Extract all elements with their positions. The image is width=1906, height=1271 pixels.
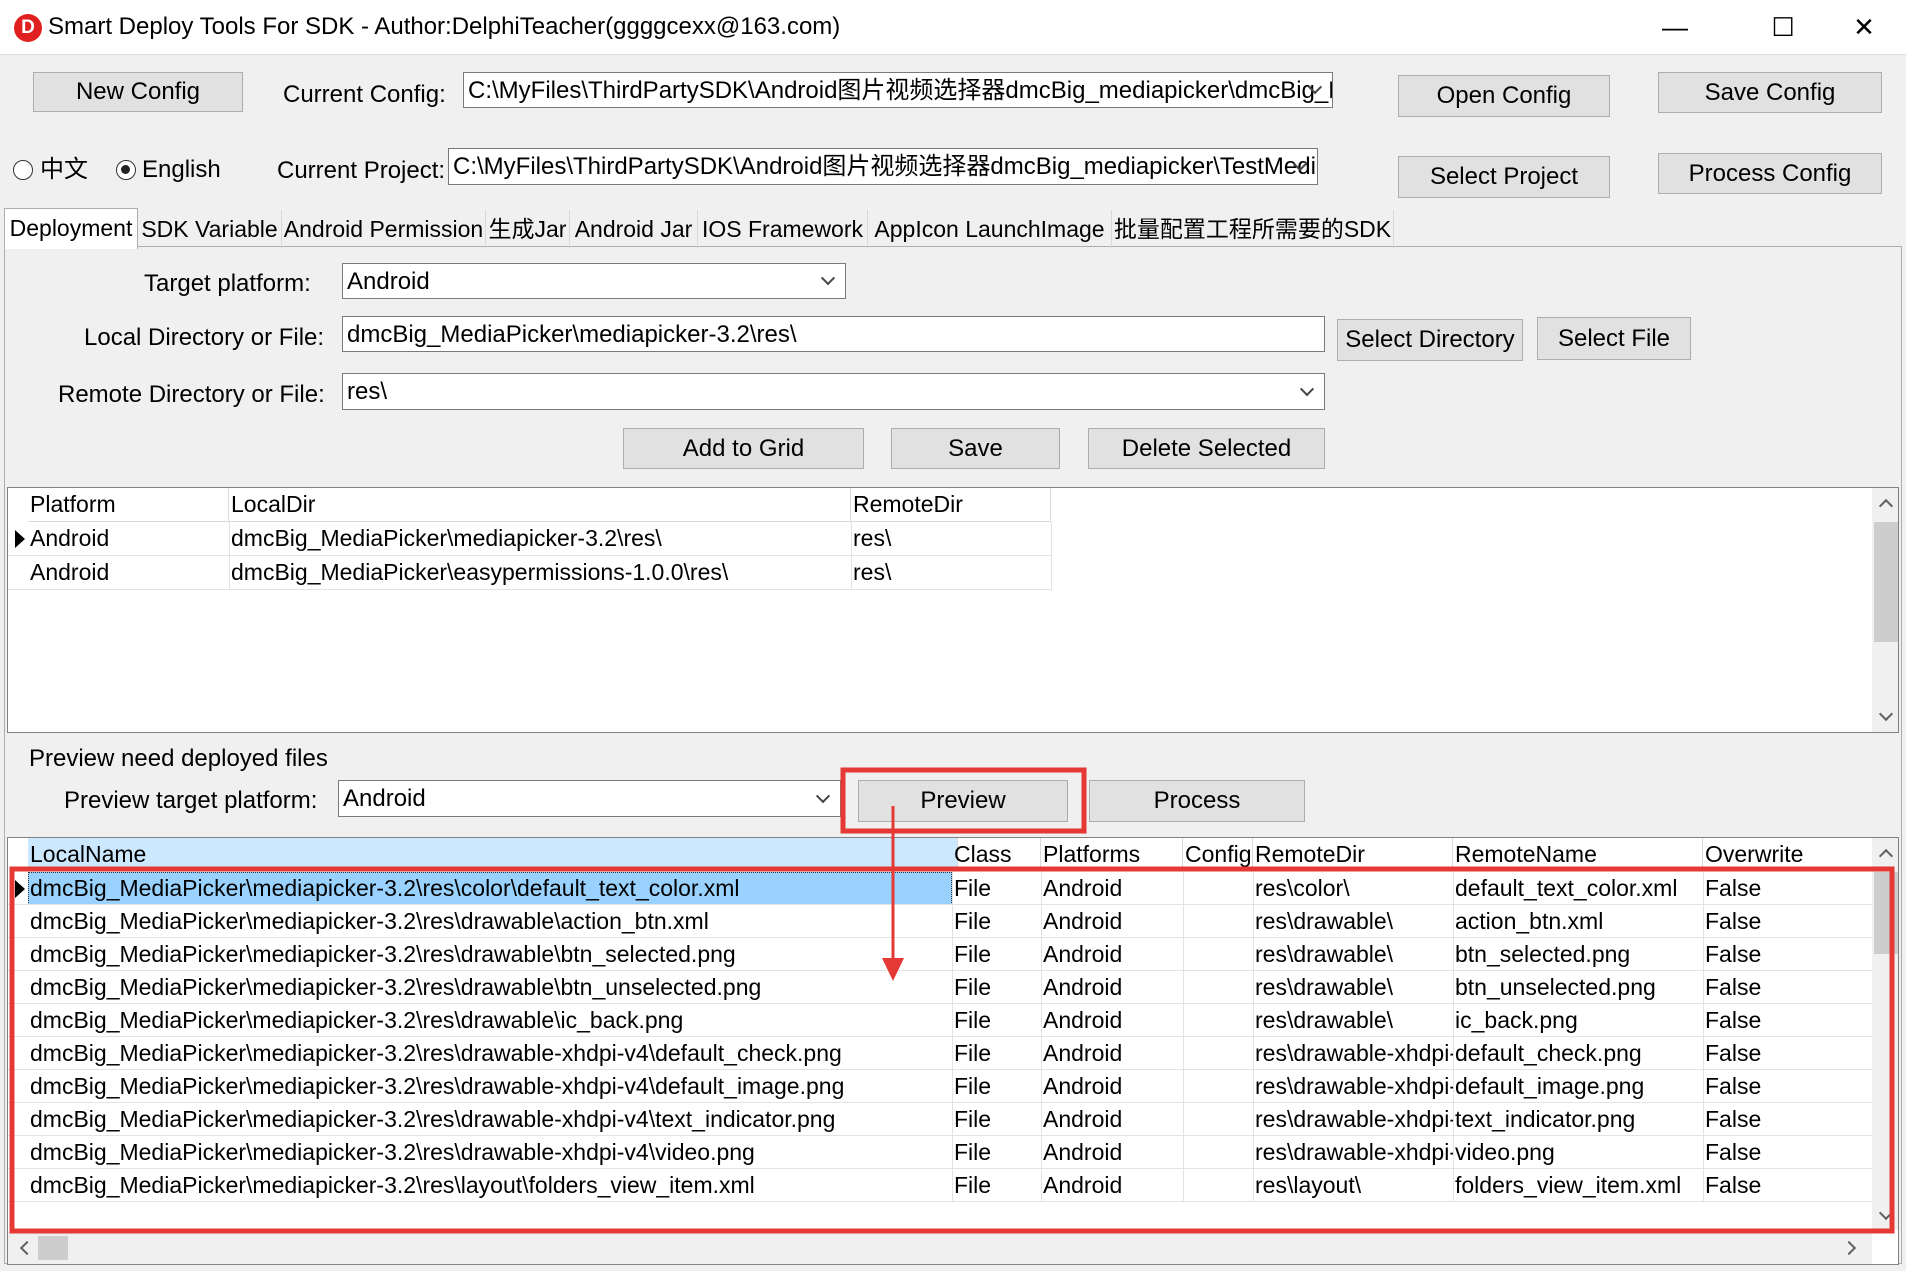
tab-deployment[interactable]: Deployment [4, 208, 138, 249]
annotation-overlay [9, 767, 1895, 1234]
arrow-down-icon [882, 958, 904, 981]
highlight-box-preview [840, 767, 1087, 834]
highlight-box-results [9, 866, 1895, 1234]
